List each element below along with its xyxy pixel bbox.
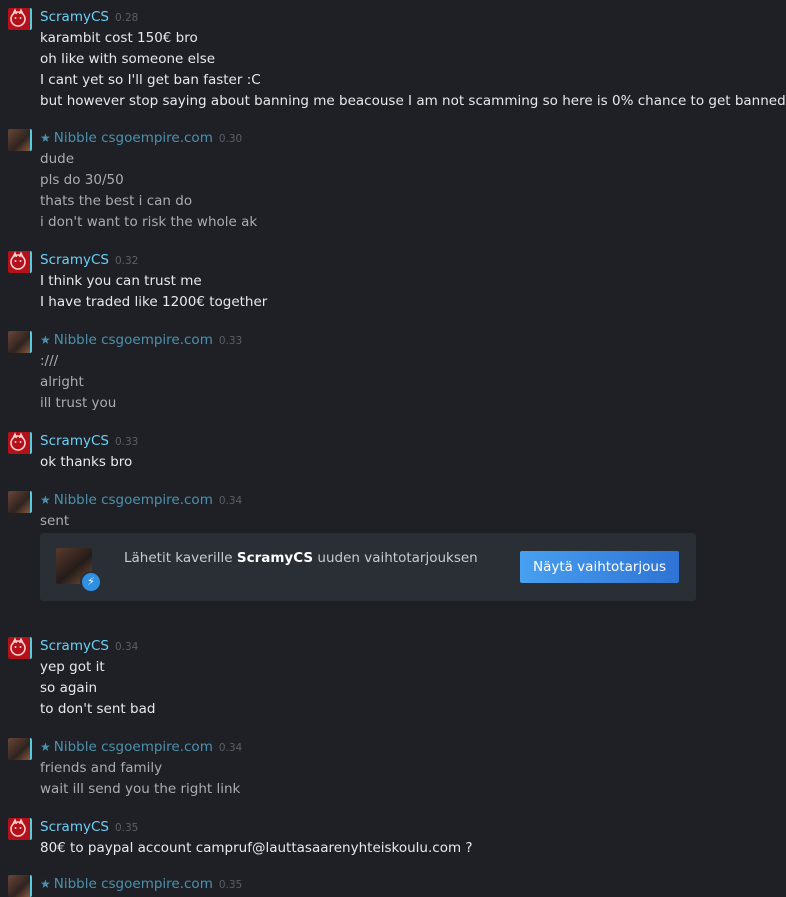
avatar[interactable] xyxy=(8,251,32,273)
timestamp: 0.34 xyxy=(218,495,243,507)
star-icon: ★ xyxy=(40,493,51,507)
trade-friend-name: ScramyCS xyxy=(236,550,314,566)
message-line: I think you can trust me xyxy=(40,273,202,289)
message-header: ScramyCS 0.32 xyxy=(40,251,138,269)
demon-avatar-icon xyxy=(10,818,26,837)
message-line: ok thanks bro xyxy=(40,454,133,470)
trade-offer-text: Lähetit kaverille ScramyCS uuden vaihtot… xyxy=(124,550,478,566)
message-header: ScramyCS 0.33 xyxy=(40,432,138,450)
trade-offer-card: ⚡ Lähetit kaverille ScramyCS uuden vaiht… xyxy=(40,533,696,601)
message-line: yep got it xyxy=(40,659,105,675)
message-header: ScramyCS 0.34 xyxy=(40,637,138,655)
demon-avatar-icon xyxy=(10,251,26,270)
message-header: ★ Nibble csgoempire.com 0.34 xyxy=(40,738,242,756)
sender-name[interactable]: ScramyCS xyxy=(40,9,109,25)
sender-name[interactable]: Nibble csgoempire.com xyxy=(54,332,213,348)
message-line: i don't want to risk the whole ak xyxy=(40,214,258,230)
avatar[interactable] xyxy=(8,738,32,760)
trade-text-before: Lähetit kaverille xyxy=(124,550,237,566)
demon-avatar-icon xyxy=(10,8,26,27)
message-line: 80€ to paypal account campruf@lauttasaar… xyxy=(40,840,473,856)
avatar[interactable] xyxy=(8,491,32,513)
message-line: but however stop saying about banning me… xyxy=(40,93,786,109)
avatar[interactable] xyxy=(8,129,32,151)
avatar[interactable] xyxy=(8,818,32,840)
message-line: :/// xyxy=(40,353,59,369)
timestamp: 0.30 xyxy=(218,133,243,145)
star-icon: ★ xyxy=(40,740,51,754)
message-line: to don't sent bad xyxy=(40,701,156,717)
lightning-icon: ⚡ xyxy=(80,571,102,593)
sender-name[interactable]: Nibble csgoempire.com xyxy=(54,739,213,755)
message-line: wait ill send you the right link xyxy=(40,781,241,797)
message-line: oh like with someone else xyxy=(40,51,216,67)
demon-avatar-icon xyxy=(10,637,26,656)
message-line: so again xyxy=(40,680,98,696)
message-header: ★ Nibble csgoempire.com 0.35 xyxy=(40,875,242,893)
star-icon: ★ xyxy=(40,131,51,145)
timestamp: 0.35 xyxy=(114,822,139,834)
message-header: ★ Nibble csgoempire.com 0.33 xyxy=(40,331,242,349)
sender-name[interactable]: Nibble csgoempire.com xyxy=(54,492,213,508)
timestamp: 0.35 xyxy=(218,879,243,891)
message-line: I have traded like 1200€ together xyxy=(40,294,268,310)
star-icon: ★ xyxy=(40,333,51,347)
demon-avatar-icon xyxy=(10,432,26,451)
message-line: pls do 30/50 xyxy=(40,172,124,188)
trade-text-after: uuden vaihtotarjouksen xyxy=(313,550,478,566)
timestamp: 0.33 xyxy=(218,335,243,347)
sender-name[interactable]: ScramyCS xyxy=(40,819,109,835)
avatar[interactable] xyxy=(8,432,32,454)
message-line: sent xyxy=(40,513,70,529)
message-header: ScramyCS 0.28 xyxy=(40,8,138,26)
timestamp: 0.32 xyxy=(114,255,139,267)
avatar[interactable] xyxy=(8,8,32,30)
message-line: ill trust you xyxy=(40,395,117,411)
sender-name[interactable]: ScramyCS xyxy=(40,638,109,654)
message-line: dude xyxy=(40,151,75,167)
sender-name[interactable]: ScramyCS xyxy=(40,433,109,449)
sender-name[interactable]: Nibble csgoempire.com xyxy=(54,130,213,146)
timestamp: 0.34 xyxy=(114,641,139,653)
avatar[interactable] xyxy=(8,875,32,897)
message-line: friends and family xyxy=(40,760,163,776)
sender-name[interactable]: ScramyCS xyxy=(40,252,109,268)
avatar[interactable] xyxy=(8,331,32,353)
message-header: ★ Nibble csgoempire.com 0.30 xyxy=(40,129,242,147)
message-line: thats the best i can do xyxy=(40,193,193,209)
timestamp: 0.34 xyxy=(218,742,243,754)
sender-name[interactable]: Nibble csgoempire.com xyxy=(54,876,213,892)
avatar[interactable] xyxy=(8,637,32,659)
star-icon: ★ xyxy=(40,877,51,891)
message-header: ScramyCS 0.35 xyxy=(40,818,138,836)
timestamp: 0.33 xyxy=(114,436,139,448)
message-line: karambit cost 150€ bro xyxy=(40,30,198,46)
message-line: alright xyxy=(40,374,84,390)
message-header: ★ Nibble csgoempire.com 0.34 xyxy=(40,491,242,509)
timestamp: 0.28 xyxy=(114,12,139,24)
view-trade-offer-button[interactable]: Näytä vaihtotarjous xyxy=(520,551,679,583)
message-line: I cant yet so I'll get ban faster :C xyxy=(40,72,261,88)
